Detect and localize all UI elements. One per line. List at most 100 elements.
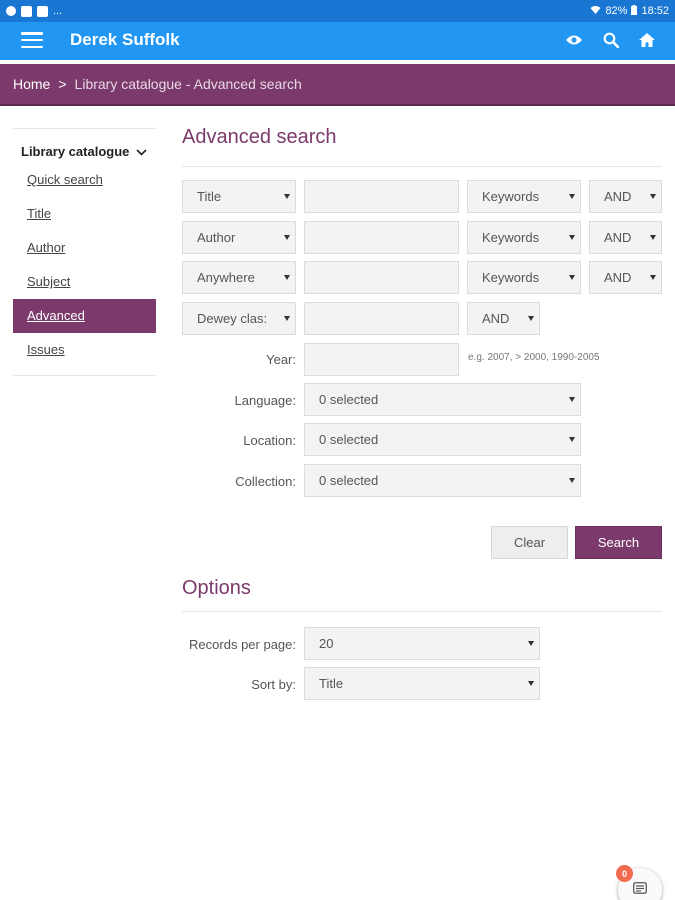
field-select-2[interactable]: Author xyxy=(182,221,296,254)
basket-button[interactable]: 0 xyxy=(616,865,662,900)
dropdown-arrow-icon xyxy=(284,275,290,280)
dropdown-arrow-icon xyxy=(284,194,290,199)
clock: 18:52 xyxy=(641,5,669,17)
operator-select-3-value: AND xyxy=(604,270,632,285)
page-title: Advanced search xyxy=(182,126,337,148)
dropdown-arrow-icon xyxy=(569,194,575,199)
settings-notification-icon xyxy=(6,6,16,16)
search-icon[interactable] xyxy=(603,32,619,48)
sidebar-item-author[interactable]: Author xyxy=(13,231,156,265)
dropdown-arrow-icon xyxy=(569,275,575,280)
photo-notification-icon xyxy=(21,5,32,17)
operator-select-3[interactable]: AND xyxy=(589,261,662,294)
search-term-input-3[interactable] xyxy=(304,261,459,294)
title-divider xyxy=(182,166,662,167)
sort-by-value: Title xyxy=(319,676,344,691)
search-button[interactable]: Search xyxy=(575,526,662,559)
field-select-1[interactable]: Title xyxy=(182,180,296,213)
records-per-page-label: Records per page: xyxy=(189,637,296,652)
dropdown-arrow-icon xyxy=(528,641,534,646)
sidebar-item-advanced[interactable]: Advanced xyxy=(13,299,156,333)
language-label: Language: xyxy=(234,393,296,408)
chevron-down-icon xyxy=(136,144,147,159)
field-select-2-value: Author xyxy=(197,230,236,245)
breadcrumb: Home > Library catalogue - Advanced sear… xyxy=(0,64,675,106)
search-term-input-2[interactable] xyxy=(304,221,459,254)
menu-button[interactable] xyxy=(0,22,64,58)
sidebar-heading-label: Library catalogue xyxy=(21,143,130,159)
collection-label: Collection: xyxy=(235,474,296,489)
options-divider xyxy=(182,611,662,612)
records-per-page-value: 20 xyxy=(319,636,334,651)
status-bar: ... 82% 18:52 xyxy=(0,0,675,22)
dropdown-arrow-icon xyxy=(569,437,575,442)
dropdown-arrow-icon xyxy=(528,681,534,686)
eye-icon[interactable] xyxy=(565,34,583,46)
home-icon[interactable] xyxy=(639,33,655,47)
sidebar-item-quick-search[interactable]: Quick search xyxy=(13,163,156,197)
location-select[interactable]: 0 selected xyxy=(304,423,581,456)
dropdown-arrow-icon xyxy=(650,194,656,199)
field-select-3[interactable]: Anywhere xyxy=(182,261,296,294)
clear-button[interactable]: Clear xyxy=(491,526,568,559)
operator-select-1-value: AND xyxy=(604,189,632,204)
operator-select-1[interactable]: AND xyxy=(589,180,662,213)
dropdown-arrow-icon xyxy=(650,235,656,240)
year-input[interactable] xyxy=(304,343,459,376)
dropdown-arrow-icon xyxy=(569,235,575,240)
sort-by-select[interactable]: Title xyxy=(304,667,540,700)
wifi-icon xyxy=(590,5,601,18)
basket-count-badge: 0 xyxy=(616,865,633,882)
dropdown-arrow-icon xyxy=(569,397,575,402)
basket-list-icon xyxy=(633,881,647,899)
hamburger-menu-icon xyxy=(21,32,43,48)
field-select-1-value: Title xyxy=(197,189,222,204)
field-select-4-value: Dewey clas: xyxy=(197,311,268,326)
dropdown-arrow-icon xyxy=(650,275,656,280)
collection-select[interactable]: 0 selected xyxy=(304,464,581,497)
match-select-3-value: Keywords xyxy=(482,270,540,285)
records-per-page-select[interactable]: 20 xyxy=(304,627,540,660)
battery-level: 82% xyxy=(605,5,628,17)
app-notification-icon xyxy=(37,5,48,17)
language-select-value: 0 selected xyxy=(319,392,379,407)
options-title: Options xyxy=(182,577,251,599)
sidebar-item-title[interactable]: Title xyxy=(13,197,156,231)
sidebar-item-subject[interactable]: Subject xyxy=(13,265,156,299)
breadcrumb-current: Library catalogue - Advanced search xyxy=(74,76,302,92)
dropdown-arrow-icon xyxy=(528,316,534,321)
match-select-1[interactable]: Keywords xyxy=(467,180,581,213)
dropdown-arrow-icon xyxy=(284,316,290,321)
field-select-4[interactable]: Dewey clas: xyxy=(182,302,296,335)
breadcrumb-home-link[interactable]: Home xyxy=(13,76,50,92)
app-bar-divider xyxy=(0,58,675,62)
year-hint: e.g. 2007, > 2000, 1990-2005 xyxy=(468,352,600,363)
collection-select-value: 0 selected xyxy=(319,473,379,488)
year-label: Year: xyxy=(266,352,296,367)
battery-icon xyxy=(631,4,638,18)
app-title: Derek Suffolk xyxy=(70,30,180,49)
breadcrumb-separator: > xyxy=(58,76,67,92)
sort-by-label: Sort by: xyxy=(251,677,296,692)
match-select-2[interactable]: Keywords xyxy=(467,221,581,254)
dropdown-arrow-icon xyxy=(284,235,290,240)
sidebar-item-issues[interactable]: Issues xyxy=(13,333,156,367)
operator-select-2-value: AND xyxy=(604,230,632,245)
search-term-input-1[interactable] xyxy=(304,180,459,213)
operator-select-4[interactable]: AND xyxy=(467,302,540,335)
more-notifications: ... xyxy=(53,5,63,17)
match-select-2-value: Keywords xyxy=(482,230,540,245)
field-select-3-value: Anywhere xyxy=(197,270,255,285)
match-select-1-value: Keywords xyxy=(482,189,540,204)
operator-select-4-value: AND xyxy=(482,311,510,326)
match-select-3[interactable]: Keywords xyxy=(467,261,581,294)
location-label: Location: xyxy=(243,433,296,448)
search-term-input-4[interactable] xyxy=(304,302,459,335)
sidebar-heading[interactable]: Library catalogue xyxy=(13,129,156,163)
location-select-value: 0 selected xyxy=(319,432,379,447)
dropdown-arrow-icon xyxy=(569,478,575,483)
language-select[interactable]: 0 selected xyxy=(304,383,581,416)
operator-select-2[interactable]: AND xyxy=(589,221,662,254)
sidebar: Library catalogue Quick search Title Aut… xyxy=(13,128,156,376)
app-bar: Derek Suffolk xyxy=(0,22,675,58)
